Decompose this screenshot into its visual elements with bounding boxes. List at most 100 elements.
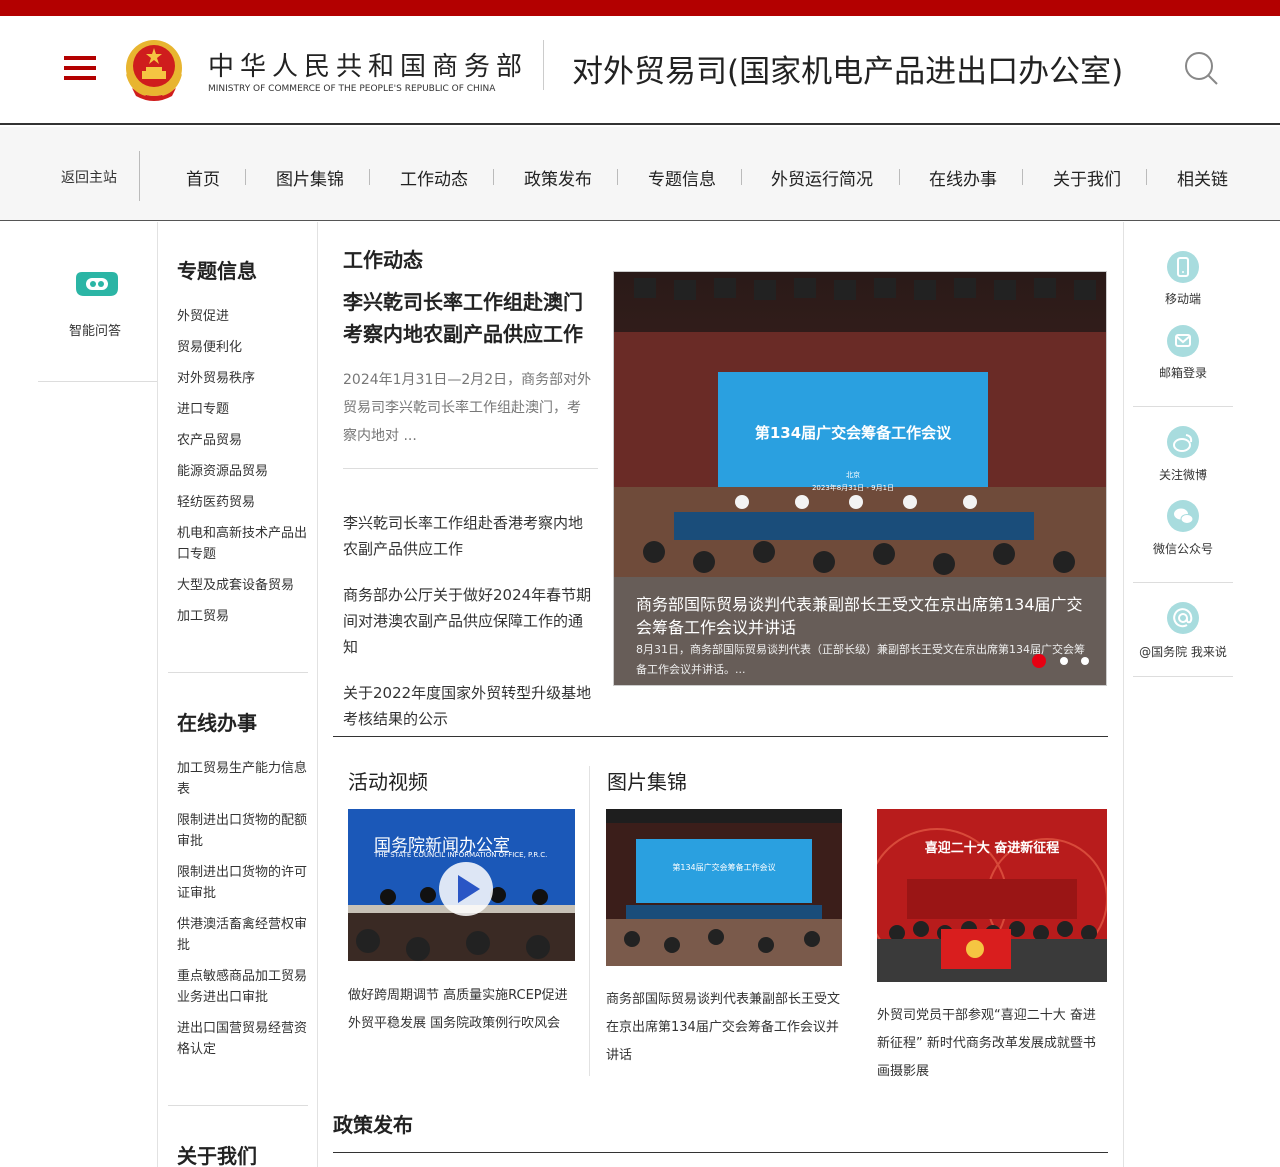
nav-item-online-services[interactable]: 在线办事 bbox=[929, 165, 997, 190]
gallery-photo-screen-text: 第134届广交会筹备工作会议 bbox=[672, 863, 776, 872]
news-headline[interactable]: 李兴乾司长率工作组赴澳门考察内地农副产品供应工作 bbox=[343, 286, 593, 350]
nav-separator bbox=[741, 169, 742, 185]
topic-item[interactable]: 大型及成套设备贸易 bbox=[177, 575, 309, 596]
column-divider bbox=[1123, 222, 1124, 1167]
gallery-caption[interactable]: 外贸司党员干部参观“喜迎二十大 奋进新征程” 新时代商务改革发展成就暨书画摄影展 bbox=[877, 1002, 1108, 1086]
carousel-dot[interactable] bbox=[1081, 657, 1089, 665]
mail-icon[interactable] bbox=[1167, 325, 1199, 357]
nav-separator bbox=[1022, 169, 1023, 185]
gallery-photo-image bbox=[606, 809, 842, 966]
nav-separator bbox=[617, 169, 618, 185]
video-thumbnail[interactable]: 国务院新闻办公室 THE STATE COUNCIL INFORMATION O… bbox=[348, 809, 575, 961]
search-icon[interactable] bbox=[1183, 50, 1219, 86]
ministry-name-en[interactable]: MINISTRY OF COMMERCE OF THE PEOPLE'S REP… bbox=[208, 84, 495, 94]
work-news-heading[interactable]: 工作动态 bbox=[343, 244, 423, 273]
nav-separator bbox=[493, 169, 494, 185]
gallery-heading[interactable]: 图片集锦 bbox=[607, 766, 687, 795]
carousel-title[interactable]: 商务部国际贸易谈判代表兼副部长王受文在京出席第134届广交会筹备工作会议并讲话 bbox=[636, 593, 1086, 639]
column-divider bbox=[157, 222, 158, 1167]
header-divider bbox=[543, 40, 544, 90]
robot-icon[interactable] bbox=[74, 268, 120, 302]
nav-item-gallery[interactable]: 图片集锦 bbox=[276, 165, 344, 190]
mail-login-label[interactable]: 邮箱登录 bbox=[1133, 364, 1233, 381]
nav-separator bbox=[245, 169, 246, 185]
topic-item[interactable]: 贸易便利化 bbox=[177, 337, 309, 358]
topic-item[interactable]: 轻纺医药贸易 bbox=[177, 492, 309, 513]
side-divider bbox=[168, 1105, 308, 1106]
videos-heading[interactable]: 活动视频 bbox=[348, 766, 428, 795]
section-divider bbox=[333, 1152, 1108, 1153]
topic-item[interactable]: 对外贸易秩序 bbox=[177, 368, 309, 389]
online-service-item[interactable]: 限制进出口货物的许可证审批 bbox=[177, 862, 309, 904]
online-service-item[interactable]: 限制进出口货物的配额审批 bbox=[177, 810, 309, 852]
section-divider bbox=[333, 736, 1108, 737]
gallery-photo[interactable]: 喜迎二十大 奋进新征程 bbox=[877, 809, 1107, 982]
side-divider bbox=[168, 672, 308, 673]
state-council-label[interactable]: @国务院 我来说 bbox=[1133, 643, 1233, 660]
topic-item[interactable]: 能源资源品贸易 bbox=[177, 461, 309, 482]
gallery-photo[interactable]: 第134届广交会筹备工作会议 bbox=[606, 809, 842, 966]
news-list-item[interactable]: 商务部办公厅关于做好2024年春节期间对港澳农副产品供应保障工作的通知 bbox=[343, 582, 593, 660]
policy-heading[interactable]: 政策发布 bbox=[333, 1109, 413, 1138]
nav-separator bbox=[899, 169, 900, 185]
screen-date: 2023年8月31日 - 9月1日 bbox=[811, 484, 895, 492]
online-service-item[interactable]: 重点敏感商品加工贸易业务进出口审批 bbox=[177, 966, 309, 1008]
wechat-label[interactable]: 微信公众号 bbox=[1133, 540, 1233, 557]
screen-title: 第134届广交会筹备工作会议 bbox=[754, 424, 952, 442]
smart-qa-label[interactable]: 智能问答 bbox=[69, 320, 121, 339]
nav-item-home[interactable]: 首页 bbox=[186, 165, 220, 190]
news-list-item[interactable]: 关于2022年度国家外贸转型升级基地考核结果的公示 bbox=[343, 680, 593, 732]
site-header: 中华人民共和国商务部 MINISTRY OF COMMERCE OF THE P… bbox=[0, 16, 1280, 125]
topic-item[interactable]: 进口专题 bbox=[177, 399, 309, 420]
online-service-item[interactable]: 进出口国营贸易经营资格认定 bbox=[177, 1018, 309, 1060]
mobile-label[interactable]: 移动端 bbox=[1133, 290, 1233, 307]
gallery-caption[interactable]: 商务部国际贸易谈判代表兼副部长王受文在京出席第134届广交会筹备工作会议并讲话 bbox=[606, 986, 843, 1070]
nav-separator bbox=[1146, 169, 1147, 185]
topic-item[interactable]: 外贸促进 bbox=[177, 306, 309, 327]
online-service-item[interactable]: 加工贸易生产能力信息表 bbox=[177, 758, 309, 800]
topic-item[interactable]: 加工贸易 bbox=[177, 606, 309, 627]
news-carousel[interactable]: 第134届广交会筹备工作会议 北京 2023年8月31日 - 9月1日 商务部国… bbox=[613, 271, 1107, 686]
topics-heading: 专题信息 bbox=[177, 259, 257, 283]
topic-item[interactable]: 农产品贸易 bbox=[177, 430, 309, 451]
news-divider bbox=[343, 468, 598, 469]
about-heading[interactable]: 关于我们 bbox=[177, 1140, 257, 1167]
mobile-icon[interactable] bbox=[1167, 251, 1199, 283]
main-nav: 返回主站 首页 图片集锦 工作动态 政策发布 专题信息 外贸运行简况 在线办事 … bbox=[0, 127, 1280, 221]
nav-item-work-news[interactable]: 工作动态 bbox=[400, 165, 468, 190]
online-service-item[interactable]: 供港澳活畜禽经营权审批 bbox=[177, 914, 309, 956]
topic-item[interactable]: 机电和高新技术产品出口专题 bbox=[177, 523, 309, 565]
video-thumb-title-en: THE STATE COUNCIL INFORMATION OFFICE, P.… bbox=[374, 851, 548, 859]
nav-item-trade-overview[interactable]: 外贸运行简况 bbox=[771, 165, 873, 190]
right-rail-divider bbox=[1133, 676, 1233, 677]
back-to-main-site-link[interactable]: 返回主站 bbox=[61, 167, 117, 187]
online-services-heading: 在线办事 bbox=[177, 711, 257, 735]
smart-assistant-panel: 智能问答 bbox=[38, 222, 157, 382]
news-summary[interactable]: 2024年1月31日—2月2日，商务部对外贸易司李兴乾司长率工作组赴澳门，考察内… bbox=[343, 366, 593, 450]
nav-item-topics[interactable]: 专题信息 bbox=[648, 165, 716, 190]
right-rail-group: 移动端 邮箱登录 bbox=[1133, 222, 1233, 407]
nav-item-policy[interactable]: 政策发布 bbox=[524, 165, 592, 190]
news-list-item[interactable]: 李兴乾司长率工作组赴香港考察内地农副产品供应工作 bbox=[343, 510, 593, 562]
carousel-dot[interactable] bbox=[1060, 657, 1068, 665]
screen-location: 北京 bbox=[846, 471, 860, 479]
at-icon[interactable] bbox=[1167, 602, 1199, 634]
national-emblem-icon[interactable] bbox=[124, 38, 184, 102]
nav-item-links[interactable]: 相关链 bbox=[1177, 165, 1228, 190]
carousel-caption[interactable]: 商务部国际贸易谈判代表兼副部长王受文在京出席第134届广交会筹备工作会议并讲话 … bbox=[614, 577, 1106, 685]
video-caption[interactable]: 做好跨周期调节 高质量实施RCEP促进外贸平稳发展 国务院政策例行吹风会 bbox=[348, 982, 576, 1038]
department-title: 对外贸易司(国家机电产品进出口办公室) bbox=[572, 54, 1124, 90]
weibo-icon[interactable] bbox=[1167, 426, 1199, 458]
gallery-photo-banner: 喜迎二十大 奋进新征程 bbox=[924, 841, 1060, 856]
wechat-icon[interactable] bbox=[1167, 500, 1199, 532]
weibo-label[interactable]: 关注微博 bbox=[1133, 466, 1233, 483]
carousel-dot-active[interactable] bbox=[1032, 654, 1046, 668]
right-rail-group: @国务院 我来说 bbox=[1133, 583, 1233, 677]
nav-item-about[interactable]: 关于我们 bbox=[1053, 165, 1121, 190]
ministry-name-cn[interactable]: 中华人民共和国商务部 bbox=[208, 46, 528, 83]
gallery-photo-image bbox=[877, 809, 1107, 982]
nav-divider bbox=[139, 151, 140, 201]
carousel-description[interactable]: 8月31日，商务部国际贸易谈判代表（正部长级）兼副部长王受文在京出席第134届广… bbox=[636, 640, 1086, 680]
right-rail-group: 关注微博 微信公众号 bbox=[1133, 407, 1233, 583]
menu-icon[interactable] bbox=[64, 54, 96, 82]
